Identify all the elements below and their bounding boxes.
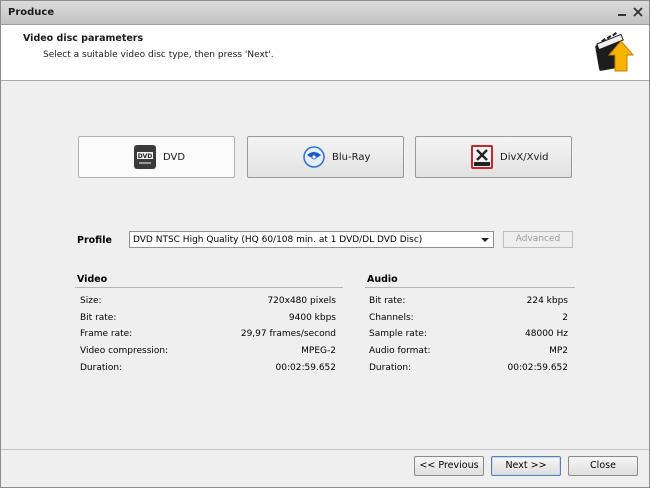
header-title: Video disc parameters — [23, 33, 144, 44]
property-value: MPEG-2 — [301, 346, 336, 356]
minimize-icon[interactable] — [615, 5, 629, 19]
svg-text:DVD: DVD — [138, 153, 153, 160]
property-key: Duration: — [80, 363, 123, 373]
clapperboard-logo-icon — [595, 32, 635, 72]
audio-duration-row: Duration: 00:02:59.652 — [369, 363, 568, 379]
close-icon[interactable] — [631, 5, 645, 19]
video-size-row: Size: 720x480 pixels — [80, 296, 336, 312]
audio-bitrate-row: Bit rate: 224 kbps — [369, 296, 568, 312]
profile-dropdown[interactable]: DVD NTSC High Quality (HQ 60/108 min. at… — [129, 231, 494, 248]
property-value: 00:02:59.652 — [275, 363, 336, 373]
property-key: Sample rate: — [369, 329, 427, 339]
next-button[interactable]: Next >> — [491, 456, 561, 476]
wizard-header: Video disc parameters Select a suitable … — [1, 25, 649, 81]
audio-section-title: Audio — [367, 274, 398, 285]
property-key: Audio format: — [369, 346, 431, 356]
dvd-icon: DVD — [134, 145, 156, 169]
window-title: Produce — [8, 7, 55, 18]
title-bar[interactable]: Produce — [1, 1, 649, 25]
property-value: 2 — [562, 313, 568, 323]
close-button[interactable]: Close — [568, 456, 638, 476]
bluray-icon — [303, 146, 325, 168]
disc-type-dvd-label: DVD — [163, 152, 186, 163]
disc-type-divx-label: DivX/Xvid — [500, 152, 549, 163]
property-value: 00:02:59.652 — [507, 363, 568, 373]
property-value: 720x480 pixels — [267, 296, 336, 306]
property-key: Size: — [80, 296, 102, 306]
profile-selected-value: DVD NTSC High Quality (HQ 60/108 min. at… — [133, 235, 423, 245]
video-duration-row: Duration: 00:02:59.652 — [80, 363, 336, 379]
wizard-footer: << Previous Next >> Close — [1, 449, 649, 487]
property-value: MP2 — [549, 346, 568, 356]
property-value: 48000 Hz — [525, 329, 568, 339]
audio-channels-row: Channels: 2 — [369, 313, 568, 329]
audio-section-divider — [365, 287, 575, 288]
chevron-down-icon[interactable] — [481, 238, 489, 242]
property-key: Video compression: — [80, 346, 169, 356]
property-key: Duration: — [369, 363, 412, 373]
property-value: 9400 kbps — [288, 313, 336, 323]
divx-icon — [471, 145, 493, 169]
property-value: 224 kbps — [526, 296, 568, 306]
disc-type-bluray-label: Blu-Ray — [332, 152, 371, 163]
property-value: 29,97 frames/second — [240, 329, 336, 339]
disc-type-bluray-button[interactable]: Blu-Ray — [247, 136, 404, 178]
video-section-title: Video — [77, 274, 108, 285]
video-bitrate-row: Bit rate: 9400 kbps — [80, 313, 336, 329]
video-section-divider — [75, 287, 343, 288]
previous-button[interactable]: << Previous — [414, 456, 484, 476]
video-compression-row: Video compression: MPEG-2 — [80, 346, 336, 362]
audio-samplerate-row: Sample rate: 48000 Hz — [369, 329, 568, 345]
advanced-button[interactable]: Advanced — [503, 231, 573, 248]
video-framerate-row: Frame rate: 29,97 frames/second — [80, 329, 336, 345]
disc-type-divx-button[interactable]: DivX/Xvid — [415, 136, 572, 178]
produce-window: Produce Video disc parameters Select a s… — [0, 0, 650, 488]
wizard-content: DVD DVD Blu-Ray DivX/Xvid Profile DVD NT… — [1, 82, 649, 449]
audio-format-row: Audio format: MP2 — [369, 346, 568, 362]
disc-type-dvd-button[interactable]: DVD DVD — [78, 136, 235, 178]
header-subtitle: Select a suitable video disc type, then … — [43, 50, 274, 60]
property-key: Bit rate: — [80, 313, 117, 323]
property-key: Frame rate: — [80, 329, 133, 339]
profile-label: Profile — [77, 235, 112, 246]
property-key: Channels: — [369, 313, 414, 323]
property-key: Bit rate: — [369, 296, 406, 306]
